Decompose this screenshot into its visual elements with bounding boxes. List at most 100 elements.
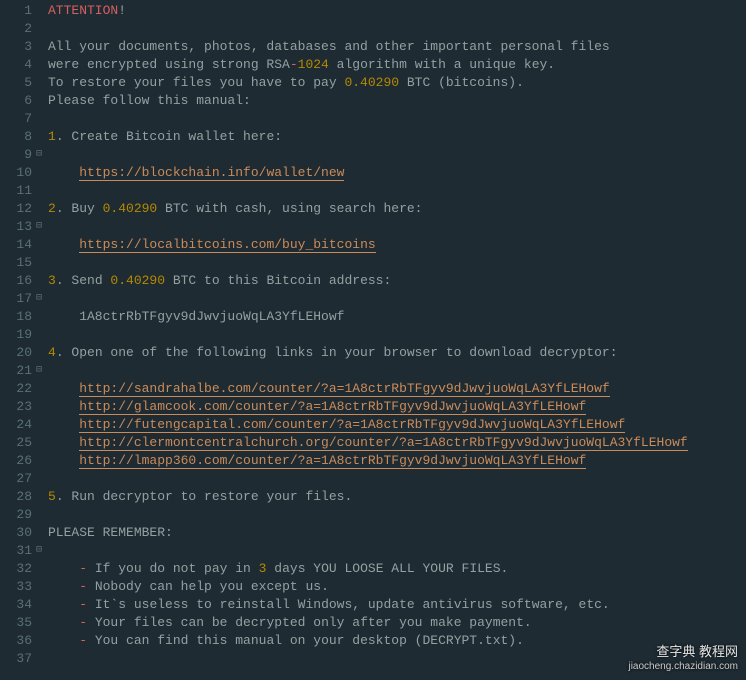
line-number: 18	[2, 308, 32, 326]
line-number: 25	[2, 434, 32, 452]
fold-marker[interactable]: 13	[2, 218, 32, 236]
code-text: Your files can be decrypted only after y…	[87, 615, 532, 630]
fold-marker[interactable]: 17	[2, 290, 32, 308]
code-text: BTC with cash, using search here:	[157, 201, 422, 216]
line-number: 14	[2, 236, 32, 254]
code-text: . Create Bitcoin wallet here:	[56, 129, 282, 144]
url-link[interactable]: http://futengcapital.com/counter/?a=1A8c…	[79, 417, 625, 433]
code-line	[48, 362, 746, 380]
line-number: 22	[2, 380, 32, 398]
code-text	[48, 561, 79, 576]
line-number: 33	[2, 578, 32, 596]
code-text	[48, 237, 79, 252]
code-line: http://lmapp360.com/counter/?a=1A8ctrRbT…	[48, 452, 746, 470]
code-text	[48, 597, 79, 612]
code-text: PLEASE REMEMBER:	[48, 525, 173, 540]
code-text: 1A8ctrRbTFgyv9dJwvjuoWqLA3YfLEHowf	[48, 309, 344, 324]
line-number: 30	[2, 524, 32, 542]
fold-marker[interactable]: 21	[2, 362, 32, 380]
code-line: - Your files can be decrypted only after…	[48, 614, 746, 632]
code-text: It`s useless to reinstall Windows, updat…	[87, 597, 610, 612]
watermark: 查字典 教程网 jiaocheng.chazidian.com	[628, 644, 738, 674]
code-text: 1	[48, 129, 56, 144]
code-line: https://localbitcoins.com/buy_bitcoins	[48, 236, 746, 254]
code-line	[48, 542, 746, 560]
code-text: !	[118, 3, 126, 18]
code-line: 5. Run decryptor to restore your files.	[48, 488, 746, 506]
line-number: 36	[2, 632, 32, 650]
code-line: - Nobody can help you except us.	[48, 578, 746, 596]
line-number: 32	[2, 560, 32, 578]
code-content[interactable]: ATTENTION! All your documents, photos, da…	[38, 0, 746, 680]
code-line: http://futengcapital.com/counter/?a=1A8c…	[48, 416, 746, 434]
code-text	[48, 399, 79, 414]
code-text: 2	[48, 201, 56, 216]
line-number: 19	[2, 326, 32, 344]
code-line	[48, 290, 746, 308]
code-text: To restore your files you have to pay	[48, 75, 344, 90]
code-text	[48, 417, 79, 432]
code-line: ATTENTION!	[48, 2, 746, 20]
watermark-bottom: jiaocheng.chazidian.com	[628, 659, 738, 674]
code-text: 0.40290	[103, 201, 158, 216]
code-line: - It`s useless to reinstall Windows, upd…	[48, 596, 746, 614]
url-link[interactable]: http://glamcook.com/counter/?a=1A8ctrRbT…	[79, 399, 586, 415]
code-text: 3	[48, 273, 56, 288]
code-text: algorithm with a unique key.	[329, 57, 555, 72]
code-line: 4. Open one of the following links in yo…	[48, 344, 746, 362]
line-number: 23	[2, 398, 32, 416]
code-line: 2. Buy 0.40290 BTC with cash, using sear…	[48, 200, 746, 218]
code-line	[48, 218, 746, 236]
fold-marker[interactable]: 31	[2, 542, 32, 560]
code-text: -	[79, 597, 87, 612]
code-text	[48, 579, 79, 594]
url-link[interactable]: https://localbitcoins.com/buy_bitcoins	[79, 237, 375, 253]
code-line	[48, 20, 746, 38]
code-text: -	[79, 615, 87, 630]
code-text: . Send	[56, 273, 111, 288]
code-text: . Run decryptor to restore your files.	[56, 489, 352, 504]
code-text	[48, 381, 79, 396]
code-text: 0.40290	[344, 75, 399, 90]
line-number: 12	[2, 200, 32, 218]
code-text: You can find this manual on your desktop…	[87, 633, 524, 648]
code-text: If you do not pay in	[87, 561, 259, 576]
code-line: All your documents, photos, databases an…	[48, 38, 746, 56]
code-text	[48, 435, 79, 450]
code-text: -	[79, 561, 87, 576]
line-number: 5	[2, 74, 32, 92]
code-text: 5	[48, 489, 56, 504]
line-number: 7	[2, 110, 32, 128]
code-line	[48, 110, 746, 128]
url-link[interactable]: https://blockchain.info/wallet/new	[79, 165, 344, 181]
code-text: 0.40290	[110, 273, 165, 288]
code-line: - If you do not pay in 3 days YOU LOOSE …	[48, 560, 746, 578]
fold-marker[interactable]: 9	[2, 146, 32, 164]
code-text: Nobody can help you except us.	[87, 579, 329, 594]
code-text: Please follow this manual:	[48, 93, 251, 108]
code-text: BTC to this Bitcoin address:	[165, 273, 391, 288]
code-text: . Buy	[56, 201, 103, 216]
line-number: 26	[2, 452, 32, 470]
url-link[interactable]: http://lmapp360.com/counter/?a=1A8ctrRbT…	[79, 453, 586, 469]
code-text	[48, 615, 79, 630]
url-link[interactable]: http://sandrahalbe.com/counter/?a=1A8ctr…	[79, 381, 610, 397]
line-number: 4	[2, 56, 32, 74]
code-text: . Open one of the following links in you…	[56, 345, 618, 360]
code-line	[48, 182, 746, 200]
code-line	[48, 506, 746, 524]
code-line: Please follow this manual:	[48, 92, 746, 110]
code-text: days YOU LOOSE ALL YOUR FILES.	[266, 561, 508, 576]
code-text	[48, 165, 79, 180]
code-line: http://clermontcentralchurch.org/counter…	[48, 434, 746, 452]
url-link[interactable]: http://clermontcentralchurch.org/counter…	[79, 435, 688, 451]
line-number-gutter[interactable]: 1234567891011121314151617181920212223242…	[0, 0, 38, 680]
code-text: BTC (bitcoins).	[399, 75, 524, 90]
code-line: http://sandrahalbe.com/counter/?a=1A8ctr…	[48, 380, 746, 398]
code-text: -	[290, 57, 298, 72]
code-line: To restore your files you have to pay 0.…	[48, 74, 746, 92]
code-text: 4	[48, 345, 56, 360]
code-line	[48, 326, 746, 344]
code-text: 1024	[298, 57, 329, 72]
code-line: 3. Send 0.40290 BTC to this Bitcoin addr…	[48, 272, 746, 290]
